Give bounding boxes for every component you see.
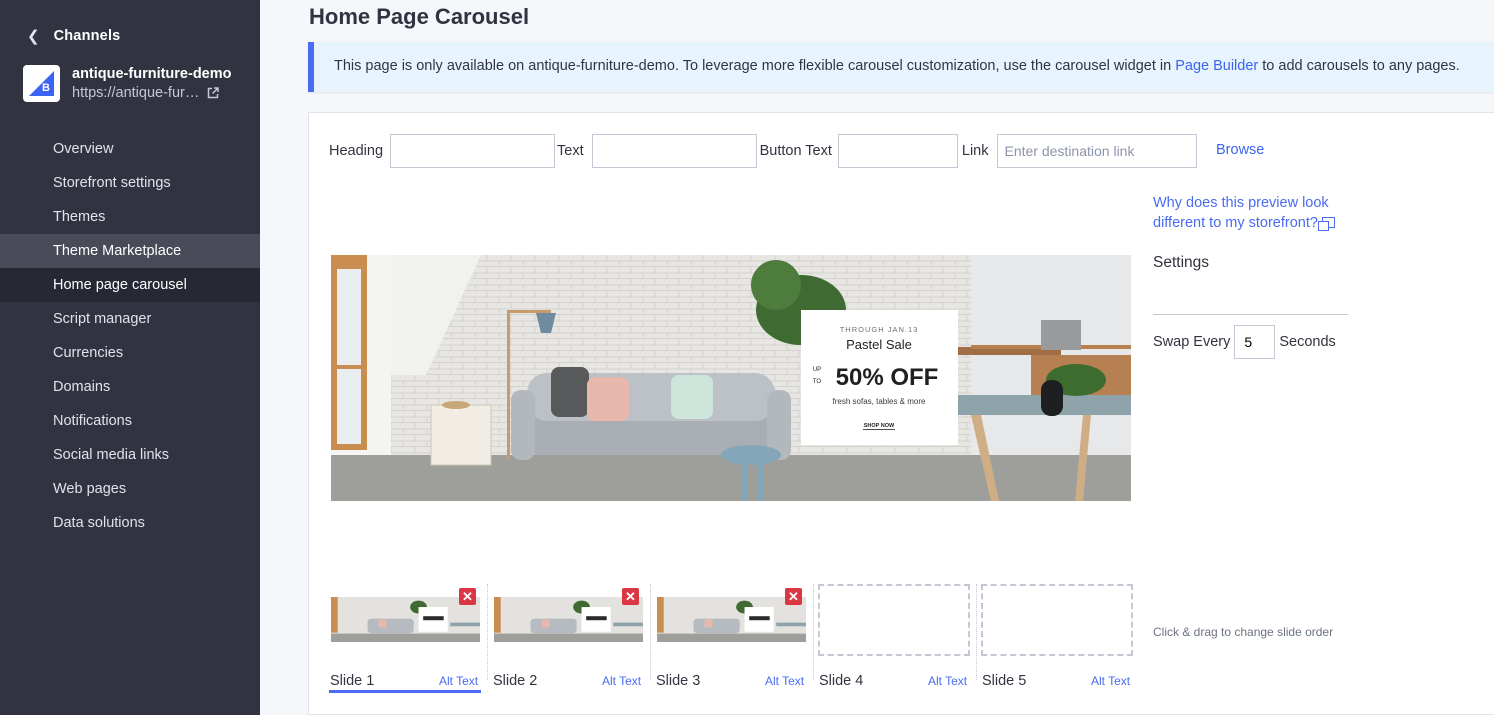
preview-help-link[interactable]: Why does this preview look different to …: [1153, 193, 1353, 233]
slide-divider: [976, 584, 977, 680]
slide-4-tab[interactable]: Slide 4: [819, 673, 863, 689]
store-url-text: https://antique-fur…: [72, 85, 200, 101]
back-to-channels[interactable]: ❮ Channels: [27, 28, 120, 44]
sidebar-item-social-media-links[interactable]: Social media links: [0, 438, 260, 472]
delete-slide-2-close-icon[interactable]: ✕: [622, 588, 639, 605]
seconds-label: Seconds: [1279, 334, 1336, 350]
slide-3-alt-text-link[interactable]: Alt Text: [765, 674, 804, 688]
store-name: antique-furniture-demo: [72, 66, 232, 82]
slide-5-alt-text-link[interactable]: Alt Text: [1091, 674, 1130, 688]
slide-2-thumbnail[interactable]: [494, 597, 643, 642]
slide-1-thumbnail[interactable]: [331, 597, 480, 642]
sidebar-item-script-manager[interactable]: Script manager: [0, 302, 260, 336]
slide-4-empty-slot[interactable]: [818, 584, 970, 656]
slide-1-alt-text-link[interactable]: Alt Text: [439, 674, 478, 688]
new-window-icon: [1317, 217, 1335, 231]
sidebar-item-web-pages[interactable]: Web pages: [0, 472, 260, 506]
slide-2-alt-text-link[interactable]: Alt Text: [602, 674, 641, 688]
slide-5-empty-slot[interactable]: [981, 584, 1133, 656]
settings-heading: Settings: [1153, 254, 1210, 271]
swap-label: Swap Every: [1153, 334, 1231, 350]
drag-hint: Click & drag to change slide order: [1153, 625, 1334, 639]
sidebar-item-domains[interactable]: Domains: [0, 370, 260, 404]
sidebar: ❮ Channels B antique-furniture-demo http…: [0, 0, 260, 715]
page-title: Home Page Carousel: [309, 4, 530, 29]
link-label: Link: [961, 143, 989, 159]
banner-text-end: to add carousels to any pages.: [1262, 58, 1460, 74]
button-text-label: Button Text: [759, 143, 832, 159]
promo-discount: 50% OFF: [836, 364, 939, 391]
slide-divider: [813, 584, 814, 680]
store-logo: B: [23, 65, 60, 102]
slide-3-thumbnail[interactable]: [657, 597, 806, 642]
slide-divider: [487, 584, 488, 680]
carousel-preview-image: THROUGH JAN.13 Pastel Sale UP TO 50% OFF…: [331, 255, 1131, 501]
promo-card: THROUGH JAN.13 Pastel Sale UP TO 50% OFF…: [801, 310, 958, 445]
text-label: Text: [557, 143, 584, 159]
info-banner: This page is only available on antique-f…: [308, 42, 1494, 92]
slide-fields: Heading Text Button Text Link: [329, 134, 1197, 168]
sidebar-item-notifications[interactable]: Notifications: [0, 404, 260, 438]
sidebar-item-currencies[interactable]: Currencies: [0, 336, 260, 370]
external-link-icon: [208, 87, 220, 99]
promo-through: THROUGH JAN.13: [840, 325, 919, 334]
delete-slide-1-close-icon[interactable]: ✕: [459, 588, 476, 605]
banner-text: This page is only available on antique-f…: [334, 58, 1172, 74]
button-text-input[interactable]: [837, 134, 958, 168]
sidebar-item-data-solutions[interactable]: Data solutions: [0, 506, 260, 540]
swap-setting: Swap Every Seconds: [1153, 325, 1336, 359]
heading-label: Heading: [329, 143, 384, 159]
store-url-link[interactable]: https://antique-fur…: [72, 85, 232, 101]
heading-input[interactable]: [390, 134, 556, 168]
promo-to: TO: [813, 379, 822, 385]
preview-help-text: Why does this preview look different to …: [1153, 195, 1329, 231]
promo-title: Pastel Sale: [846, 337, 912, 352]
text-input[interactable]: [591, 134, 757, 168]
slide-5-tab[interactable]: Slide 5: [982, 673, 1026, 689]
back-label: Channels: [53, 28, 121, 44]
chevron-left-icon: ❮: [27, 27, 40, 45]
slide-divider: [650, 584, 651, 680]
thumbnail-image: [494, 597, 643, 642]
slide-1-tab[interactable]: Slide 1: [330, 673, 374, 689]
sidebar-item-theme-marketplace[interactable]: Theme Marketplace: [0, 234, 260, 268]
store-info: B antique-furniture-demo https://antique…: [23, 65, 232, 102]
link-input[interactable]: [996, 134, 1197, 168]
promo-up: UP: [813, 367, 821, 373]
sidebar-item-storefront-settings[interactable]: Storefront settings: [0, 166, 260, 200]
thumbnail-image: [657, 597, 806, 642]
sidebar-nav: Overview Storefront settings Themes Them…: [0, 132, 260, 540]
delete-slide-3-close-icon[interactable]: ✕: [785, 588, 802, 605]
browse-link[interactable]: Browse: [1216, 142, 1264, 158]
page-builder-link[interactable]: Page Builder: [1175, 58, 1258, 74]
sidebar-item-home-page-carousel[interactable]: Home page carousel: [0, 268, 260, 302]
room-scene: THROUGH JAN.13 Pastel Sale UP TO 50% OFF…: [331, 255, 1131, 501]
slide-4-alt-text-link[interactable]: Alt Text: [928, 674, 967, 688]
slide-2-tab[interactable]: Slide 2: [493, 673, 537, 689]
swap-seconds-input[interactable]: [1234, 325, 1276, 359]
settings-divider: [1153, 314, 1348, 315]
sidebar-item-overview[interactable]: Overview: [0, 132, 260, 166]
slide-3-tab[interactable]: Slide 3: [656, 673, 700, 689]
promo-subtitle: fresh sofas, tables & more: [833, 397, 926, 406]
sidebar-item-themes[interactable]: Themes: [0, 200, 260, 234]
promo-cta: SHOP NOW: [864, 423, 895, 429]
thumbnail-image: [331, 597, 480, 642]
active-slide-indicator: [329, 690, 481, 693]
